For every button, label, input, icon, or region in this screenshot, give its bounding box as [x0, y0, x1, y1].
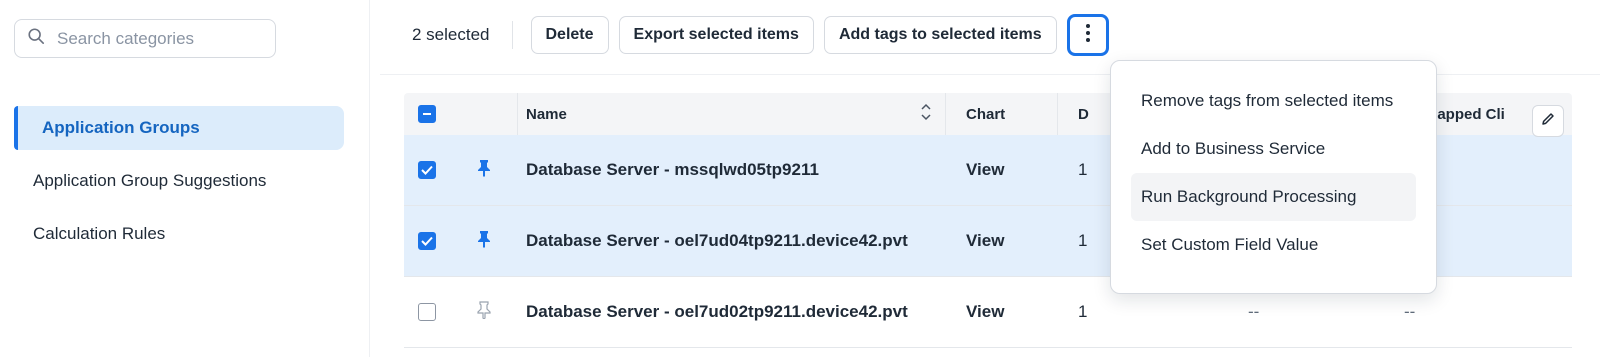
sort-icon[interactable]: [921, 103, 931, 125]
row-name[interactable]: Database Server - oel7ud02tp9211.device4…: [518, 302, 946, 322]
menu-item-run-background-processing[interactable]: Run Background Processing: [1131, 173, 1416, 221]
row-chart-link[interactable]: View: [946, 160, 1058, 180]
selected-count: 2 selected: [412, 25, 490, 44]
row-checkbox-cell: [404, 232, 450, 250]
pin-column-header: [450, 93, 518, 135]
kebab-vertical-icon: [1085, 23, 1091, 48]
row-name[interactable]: Database Server - oel7ud04tp9211.device4…: [518, 231, 946, 251]
menu-item-add-to-business-service[interactable]: Add to Business Service: [1131, 125, 1416, 173]
pin-cell: [450, 230, 518, 253]
delete-button[interactable]: Delete: [530, 16, 609, 54]
select-all-cell: [404, 105, 450, 123]
row-checkbox-cell: [404, 161, 450, 179]
row-chart-link[interactable]: View: [946, 302, 1058, 322]
search-icon: [27, 27, 45, 50]
more-actions-button[interactable]: [1066, 14, 1109, 56]
pin-cell: [450, 300, 518, 324]
row-checkbox[interactable]: [418, 161, 436, 179]
row-hidden-value: --: [1248, 302, 1260, 321]
row-checkbox-cell: [404, 303, 450, 321]
row-name[interactable]: Database Server - mssqlwd05tp9211: [518, 160, 946, 180]
nav-item-calculation-rules[interactable]: Calculation Rules: [14, 212, 344, 256]
add-tags-button[interactable]: Add tags to selected items: [823, 16, 1057, 54]
search-box[interactable]: [14, 19, 276, 58]
row-checkbox[interactable]: [418, 232, 436, 250]
chart-column-header: Chart: [946, 93, 1058, 135]
bulk-action-toolbar: 2 selected Delete Export selected items …: [380, 14, 1109, 56]
category-nav: Application Groups Application Group Sug…: [14, 106, 344, 265]
menu-item-remove-tags[interactable]: Remove tags from selected items: [1131, 77, 1416, 125]
sidebar: Application Groups Application Group Sug…: [0, 0, 370, 357]
menu-item-set-custom-field-value[interactable]: Set Custom Field Value: [1131, 221, 1416, 269]
pin-cell: [450, 159, 518, 182]
name-column-header[interactable]: Name: [518, 93, 946, 135]
row-unmapped-value: --: [1404, 302, 1416, 321]
search-input[interactable]: [57, 28, 257, 49]
pin-filled-icon[interactable]: [476, 230, 492, 253]
name-header-label: Name: [526, 105, 567, 123]
row-chart-link[interactable]: View: [946, 231, 1058, 251]
nav-item-application-groups[interactable]: Application Groups: [14, 106, 344, 150]
edit-columns-button[interactable]: [1532, 104, 1564, 137]
export-selected-button[interactable]: Export selected items: [618, 16, 814, 54]
more-actions-menu: Remove tags from selected items Add to B…: [1110, 60, 1437, 294]
pin-filled-icon[interactable]: [476, 159, 492, 182]
nav-item-application-group-suggestions[interactable]: Application Group Suggestions: [14, 159, 344, 203]
pin-outline-icon[interactable]: [476, 300, 492, 324]
select-all-checkbox[interactable]: [418, 105, 436, 123]
row-checkbox[interactable]: [418, 303, 436, 321]
row-d-value: 1: [1078, 302, 1088, 321]
pencil-icon: [1540, 111, 1556, 131]
toolbar-divider: [511, 21, 513, 49]
